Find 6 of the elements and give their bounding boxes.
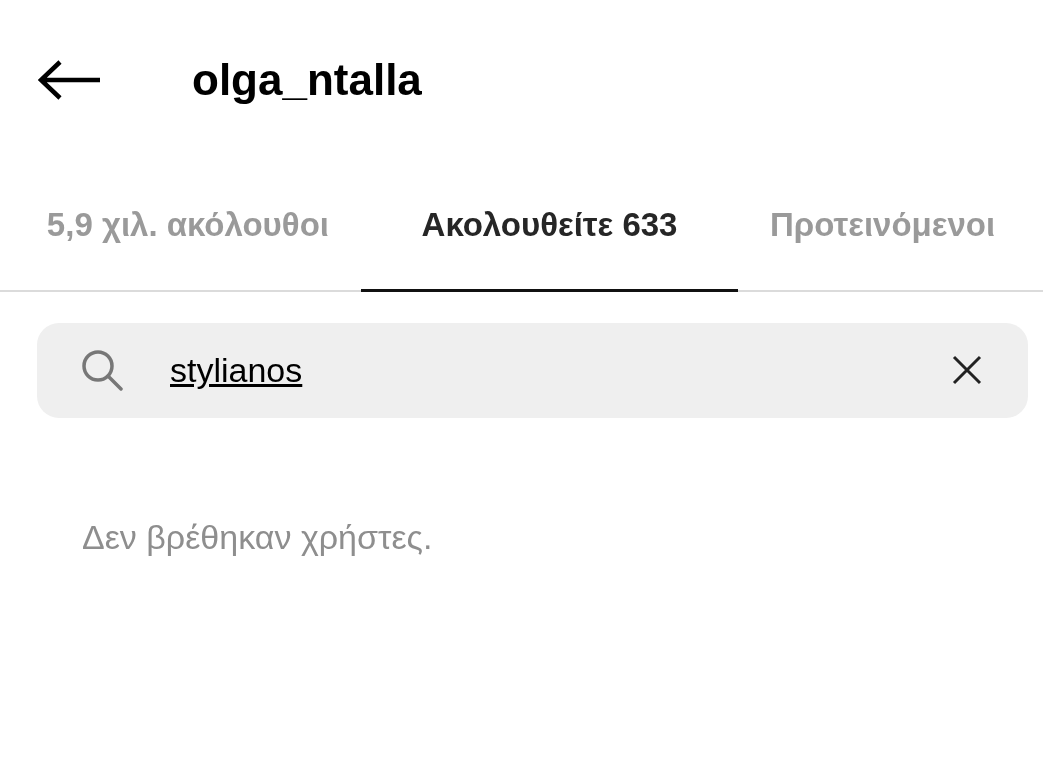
search-field[interactable]: stylianos [37,323,1028,418]
profile-username: olga_ntalla [192,55,422,105]
back-arrow-icon[interactable] [38,60,102,100]
empty-message: Δεν βρέθηκαν χρήστες. [82,518,434,557]
tab[interactable]: Ακολουθείτε 633 [361,160,738,292]
clear-icon[interactable] [951,354,983,386]
